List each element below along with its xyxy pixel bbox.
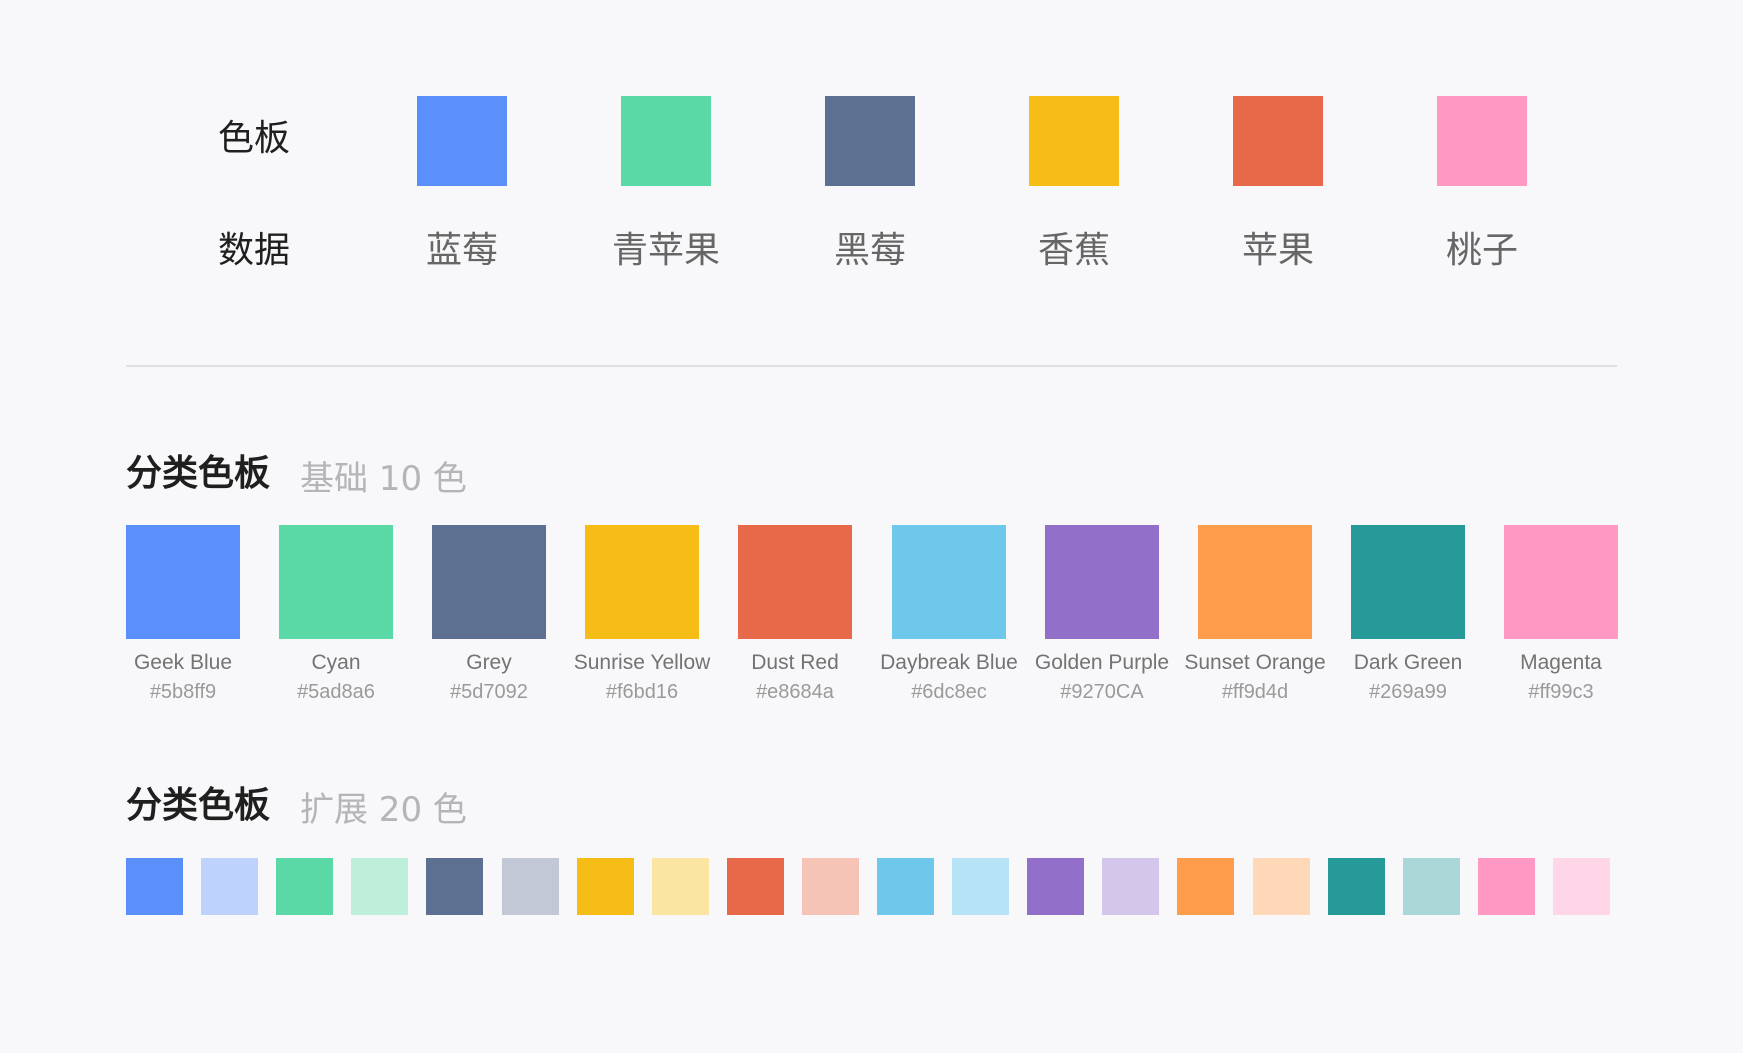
base-color-hex: #9270CA bbox=[1060, 681, 1144, 703]
base-color-name: Daybreak Blue bbox=[880, 651, 1018, 674]
base-color-name: Magenta bbox=[1520, 651, 1602, 674]
base-color-name: Dark Green bbox=[1353, 651, 1463, 674]
base-color-name: Sunrise Yellow bbox=[573, 651, 711, 674]
mapping-data-label: 香蕉 bbox=[1037, 230, 1110, 271]
mapping-data-label: 黑莓 bbox=[833, 230, 906, 271]
base-color-swatch bbox=[279, 525, 393, 639]
extended-color-swatch bbox=[1177, 858, 1234, 915]
extended-palette-subtitle: 扩展 20 色 bbox=[300, 790, 467, 830]
base-color-name: Grey bbox=[466, 651, 512, 674]
base-color-name: Dust Red bbox=[751, 651, 839, 674]
extended-color-swatch bbox=[877, 858, 934, 915]
extended-color-swatch bbox=[1328, 858, 1385, 915]
extended-color-swatch bbox=[577, 858, 634, 915]
extended-color-swatch bbox=[1253, 858, 1310, 915]
palette-row-label: 色板 bbox=[218, 118, 291, 159]
mapping-swatch bbox=[1029, 96, 1119, 186]
base-color-hex: #ff99c3 bbox=[1528, 681, 1594, 703]
mapping-data-label: 青苹果 bbox=[611, 230, 720, 271]
base-color-name: Cyan bbox=[311, 651, 361, 674]
base-color-hex: #5ad8a6 bbox=[297, 681, 375, 703]
base-color-swatch bbox=[1045, 525, 1159, 639]
base-color-swatch bbox=[738, 525, 852, 639]
base-color-hex: #ff9d4d bbox=[1221, 681, 1289, 703]
base-color-name: Geek Blue bbox=[133, 651, 233, 674]
extended-color-swatch bbox=[426, 858, 483, 915]
extended-color-swatch bbox=[1553, 858, 1610, 915]
base-color-hex: #5d7092 bbox=[450, 681, 528, 703]
mapping-swatch bbox=[1233, 96, 1323, 186]
base-color-hex: #f6bd16 bbox=[605, 681, 679, 703]
base-color-swatch bbox=[1198, 525, 1312, 639]
extended-palette-title: 分类色板 bbox=[126, 785, 271, 826]
base-color-hex: #5b8ff9 bbox=[149, 681, 217, 703]
mapping-data-label: 蓝莓 bbox=[425, 230, 498, 271]
extended-color-swatch bbox=[652, 858, 709, 915]
palette-canvas: 色板 数据 蓝莓 青苹果 黑莓 香蕉 苹果 桃子 分类色板 基础 10 色 Geek Bl… bbox=[0, 0, 1743, 1053]
extended-color-swatch bbox=[1478, 858, 1535, 915]
extended-color-swatch bbox=[351, 858, 408, 915]
data-row-label: 数据 bbox=[218, 230, 291, 271]
base-color-hex: #6dc8ec bbox=[911, 681, 987, 703]
extended-color-swatch bbox=[502, 858, 559, 915]
extended-color-swatch bbox=[1403, 858, 1460, 915]
base-color-swatch bbox=[1351, 525, 1465, 639]
extended-color-swatch bbox=[1102, 858, 1159, 915]
base-color-hex: #269a99 bbox=[1369, 681, 1447, 703]
mapping-data-label: 桃子 bbox=[1445, 230, 1518, 271]
extended-color-swatch bbox=[1027, 858, 1084, 915]
mapping-swatch bbox=[1437, 96, 1527, 186]
mapping-swatch bbox=[417, 96, 507, 186]
extended-color-swatch bbox=[126, 858, 183, 915]
base-color-swatch bbox=[585, 525, 699, 639]
base-palette-title: 分类色板 bbox=[126, 453, 271, 494]
base-palette-subtitle: 基础 10 色 bbox=[300, 459, 467, 499]
base-color-swatch bbox=[1504, 525, 1618, 639]
extended-color-swatch bbox=[276, 858, 333, 915]
base-color-name: Sunset Orange bbox=[1184, 651, 1326, 674]
extended-color-swatch bbox=[952, 858, 1009, 915]
mapping-data-label: 苹果 bbox=[1241, 230, 1314, 271]
extended-color-swatch bbox=[802, 858, 859, 915]
mapping-swatch bbox=[621, 96, 711, 186]
extended-color-swatch bbox=[727, 858, 784, 915]
extended-color-swatch bbox=[201, 858, 258, 915]
base-color-swatch bbox=[126, 525, 240, 639]
base-color-swatch bbox=[892, 525, 1006, 639]
section-divider bbox=[126, 365, 1617, 367]
base-color-name: Golden Purple bbox=[1034, 651, 1170, 674]
base-color-hex: #e8684a bbox=[756, 681, 834, 703]
mapping-swatch bbox=[825, 96, 915, 186]
base-color-swatch bbox=[432, 525, 546, 639]
